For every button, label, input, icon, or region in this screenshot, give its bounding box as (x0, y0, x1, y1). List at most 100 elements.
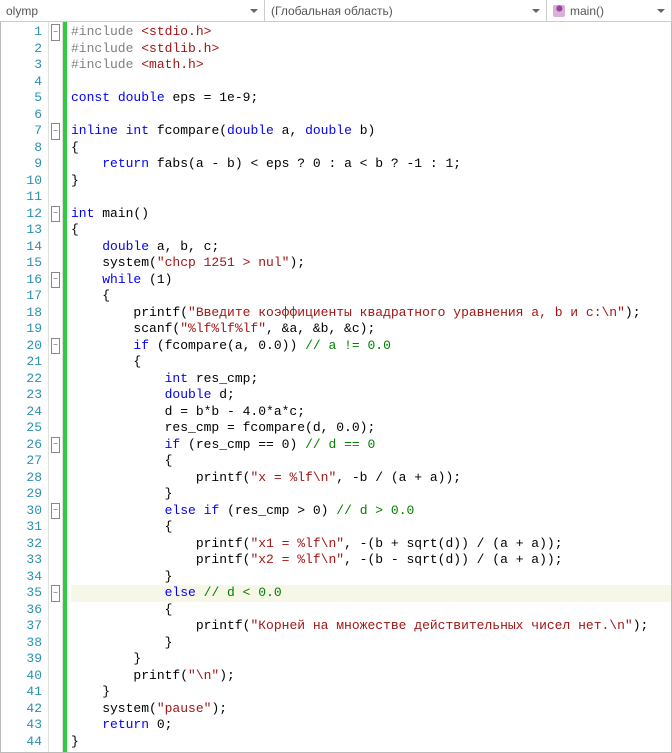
code-line[interactable]: { (71, 354, 671, 371)
code-line[interactable]: printf("x = %lf\n", -b / (a + a)); (71, 470, 671, 487)
code-line[interactable]: inline int fcompare(double a, double b) (71, 123, 671, 140)
line-number: 8 (1, 140, 42, 157)
code-area[interactable]: #include <stdio.h>#include <stdlib.h>#in… (67, 22, 671, 752)
fold-toggle-icon[interactable]: − (51, 123, 60, 140)
code-line[interactable]: res_cmp = fcompare(d, 0.0); (71, 420, 671, 437)
code-line[interactable]: printf("x2 = %lf\n", -(b - sqrt(d)) / (a… (71, 552, 671, 569)
line-number: 35 (1, 585, 42, 602)
code-line[interactable]: } (71, 569, 671, 586)
code-line[interactable] (71, 107, 671, 124)
code-line[interactable]: int res_cmp; (71, 371, 671, 388)
fold-cell (49, 288, 62, 305)
fold-cell (49, 107, 62, 124)
function-dropdown[interactable]: main() (547, 0, 672, 21)
code-line[interactable]: double d; (71, 387, 671, 404)
code-line[interactable]: if (fcompare(a, 0.0)) // a != 0.0 (71, 338, 671, 355)
code-line[interactable]: { (71, 519, 671, 536)
code-line[interactable]: d = b*b - 4.0*a*c; (71, 404, 671, 421)
line-number: 6 (1, 107, 42, 124)
code-line[interactable]: } (71, 734, 671, 751)
line-number: 17 (1, 288, 42, 305)
fold-cell (49, 173, 62, 190)
fold-cell (49, 717, 62, 734)
fold-cell (49, 635, 62, 652)
line-number: 14 (1, 239, 42, 256)
code-line[interactable]: system("chcp 1251 > nul"); (71, 255, 671, 272)
line-number: 29 (1, 486, 42, 503)
line-number: 21 (1, 354, 42, 371)
code-line[interactable]: printf("Корней на множестве действительн… (71, 618, 671, 635)
code-line[interactable]: return 0; (71, 717, 671, 734)
code-line[interactable]: { (71, 140, 671, 157)
project-dropdown[interactable]: olymp (0, 0, 265, 21)
line-number: 28 (1, 470, 42, 487)
fold-cell (49, 305, 62, 322)
code-line[interactable]: scanf("%lf%lf%lf", &a, &b, &c); (71, 321, 671, 338)
code-line[interactable]: { (71, 288, 671, 305)
fold-cell (49, 651, 62, 668)
fold-cell (49, 371, 62, 388)
code-line[interactable]: #include <stdlib.h> (71, 41, 671, 58)
fold-cell (49, 684, 62, 701)
code-line[interactable]: #include <stdio.h> (71, 24, 671, 41)
fold-cell (49, 618, 62, 635)
fold-toggle-icon[interactable]: − (51, 206, 60, 223)
code-line[interactable]: } (71, 173, 671, 190)
code-line[interactable]: { (71, 602, 671, 619)
fold-toggle-icon[interactable]: − (51, 503, 60, 520)
code-line[interactable]: while (1) (71, 272, 671, 289)
code-line[interactable]: if (res_cmp == 0) // d == 0 (71, 437, 671, 454)
fold-cell (49, 536, 62, 553)
code-line[interactable]: else // d < 0.0 (71, 585, 671, 602)
line-number: 37 (1, 618, 42, 635)
line-number: 12 (1, 206, 42, 223)
code-line[interactable]: printf("x1 = %lf\n", -(b + sqrt(d)) / (a… (71, 536, 671, 553)
line-number: 13 (1, 222, 42, 239)
fold-cell (49, 420, 62, 437)
fold-toggle-icon[interactable]: − (51, 437, 60, 454)
scope-label: (Глобальная область) (271, 4, 393, 18)
line-number: 10 (1, 173, 42, 190)
fold-cell: − (49, 437, 62, 454)
code-line[interactable]: printf("\n"); (71, 668, 671, 685)
fold-cell: − (49, 503, 62, 520)
fold-toggle-icon[interactable]: − (51, 272, 60, 289)
line-number: 18 (1, 305, 42, 322)
fold-toggle-icon[interactable]: − (51, 24, 60, 41)
fold-cell (49, 470, 62, 487)
code-line[interactable]: printf("Введите коэффициенты квадратного… (71, 305, 671, 322)
line-number-gutter: 1234567891011121314151617181920212223242… (1, 22, 49, 752)
code-line[interactable] (71, 189, 671, 206)
line-number: 11 (1, 189, 42, 206)
scope-dropdown[interactable]: (Глобальная область) (265, 0, 547, 21)
line-number: 31 (1, 519, 42, 536)
fold-cell (49, 569, 62, 586)
code-line[interactable]: } (71, 651, 671, 668)
code-line[interactable]: return fabs(a - b) < eps ? 0 : a < b ? -… (71, 156, 671, 173)
code-line[interactable]: const double eps = 1e-9; (71, 90, 671, 107)
line-number: 32 (1, 536, 42, 553)
code-line[interactable]: } (71, 635, 671, 652)
code-line[interactable]: } (71, 486, 671, 503)
fold-cell (49, 321, 62, 338)
code-line[interactable]: system("pause"); (71, 701, 671, 718)
line-number: 26 (1, 437, 42, 454)
line-number: 16 (1, 272, 42, 289)
code-editor[interactable]: 1234567891011121314151617181920212223242… (0, 22, 672, 753)
navigation-bar: olymp (Глобальная область) main() (0, 0, 672, 22)
fold-cell (49, 74, 62, 91)
code-line[interactable]: #include <math.h> (71, 57, 671, 74)
code-line[interactable]: else if (res_cmp > 0) // d > 0.0 (71, 503, 671, 520)
fold-cell (49, 354, 62, 371)
code-line[interactable]: int main() (71, 206, 671, 223)
code-line[interactable] (71, 74, 671, 91)
function-label: main() (570, 4, 604, 18)
fold-toggle-icon[interactable]: − (51, 338, 60, 355)
fold-cell (49, 552, 62, 569)
code-line[interactable]: { (71, 453, 671, 470)
fold-toggle-icon[interactable]: − (51, 585, 60, 602)
code-line[interactable]: double a, b, c; (71, 239, 671, 256)
code-line[interactable]: { (71, 222, 671, 239)
fold-cell (49, 222, 62, 239)
code-line[interactable]: } (71, 684, 671, 701)
